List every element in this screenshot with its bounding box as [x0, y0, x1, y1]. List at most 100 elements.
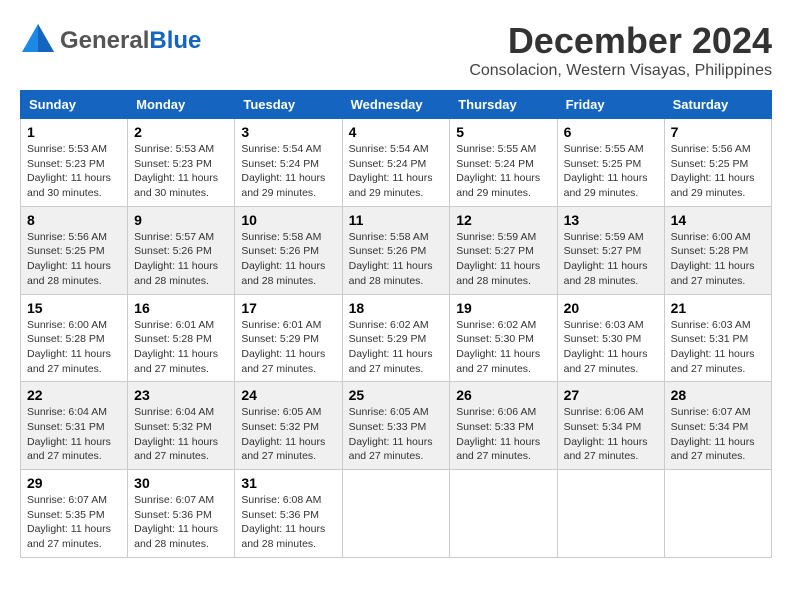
day-number: 2 — [134, 124, 228, 140]
day-info: Sunrise: 6:03 AMSunset: 5:30 PMDaylight:… — [564, 318, 658, 377]
day-number: 20 — [564, 300, 658, 316]
calendar-cell: 3Sunrise: 5:54 AMSunset: 5:24 PMDaylight… — [235, 119, 342, 207]
day-number: 19 — [456, 300, 550, 316]
day-number: 14 — [671, 212, 765, 228]
day-number: 4 — [349, 124, 444, 140]
day-info: Sunrise: 5:58 AMSunset: 5:26 PMDaylight:… — [241, 230, 335, 289]
day-number: 30 — [134, 475, 228, 491]
day-number: 5 — [456, 124, 550, 140]
day-number: 7 — [671, 124, 765, 140]
column-header-thursday: Thursday — [450, 91, 557, 119]
calendar-cell: 12Sunrise: 5:59 AMSunset: 5:27 PMDayligh… — [450, 206, 557, 294]
day-info: Sunrise: 5:53 AMSunset: 5:23 PMDaylight:… — [27, 142, 121, 201]
calendar-cell: 30Sunrise: 6:07 AMSunset: 5:36 PMDayligh… — [128, 470, 235, 558]
calendar-cell: 8 Sunrise: 5:56 AMSunset: 5:25 PMDaylight… — [21, 206, 128, 294]
day-info: Sunrise: 5:53 AMSunset: 5:23 PMDaylight:… — [134, 142, 228, 201]
calendar-cell: 18 Sunrise: 6:02 AMSunset: 5:29 PMDayligh… — [342, 294, 450, 382]
logo-general-text: General — [60, 27, 149, 54]
title-section: December 2024 Consolacion, Western Visay… — [469, 20, 772, 80]
calendar-cell: 27Sunrise: 6:06 AMSunset: 5:34 PMDayligh… — [557, 382, 664, 470]
day-info: Sunrise: 6:01 AMSunset: 5:28 PMDaylight:… — [134, 318, 228, 377]
day-number: 1 — [27, 124, 121, 140]
calendar-week-3: 15 Sunrise: 6:00 AMSunset: 5:28 PMDayligh… — [21, 294, 772, 382]
day-info: Sunrise: 5:54 AMSunset: 5:24 PMDaylight:… — [349, 142, 444, 201]
calendar-cell: 13Sunrise: 5:59 AMSunset: 5:27 PMDayligh… — [557, 206, 664, 294]
location-title: Consolacion, Western Visayas, Philippine… — [469, 62, 772, 80]
day-info: Sunrise: 5:56 AMSunset: 5:25 PMDaylight:… — [27, 230, 121, 289]
column-header-saturday: Saturday — [664, 91, 771, 119]
day-info: Sunrise: 6:05 AMSunset: 5:32 PMDaylight:… — [241, 405, 335, 464]
calendar-cell: 19 Sunrise: 6:02 AMSunset: 5:30 PMDayligh… — [450, 294, 557, 382]
calendar-cell: 21Sunrise: 6:03 AMSunset: 5:31 PMDayligh… — [664, 294, 771, 382]
calendar-table: SundayMondayTuesdayWednesdayThursdayFrid… — [20, 90, 772, 558]
calendar-cell: 10 Sunrise: 5:58 AMSunset: 5:26 PMDayligh… — [235, 206, 342, 294]
day-number: 26 — [456, 387, 550, 403]
calendar-cell: 5 Sunrise: 5:55 AMSunset: 5:24 PMDaylight… — [450, 119, 557, 207]
day-number: 15 — [27, 300, 121, 316]
day-info: Sunrise: 5:59 AMSunset: 5:27 PMDaylight:… — [456, 230, 550, 289]
logo: GeneralBlue — [20, 20, 201, 61]
day-number: 11 — [349, 212, 444, 228]
calendar-cell — [557, 470, 664, 558]
day-info: Sunrise: 6:06 AMSunset: 5:33 PMDaylight:… — [456, 405, 550, 464]
calendar-cell: 4 Sunrise: 5:54 AMSunset: 5:24 PMDaylight… — [342, 119, 450, 207]
page-header: GeneralBlue December 2024 Consolacion, W… — [20, 20, 772, 80]
day-info: Sunrise: 6:00 AMSunset: 5:28 PMDaylight:… — [27, 318, 121, 377]
calendar-cell: 20 Sunrise: 6:03 AMSunset: 5:30 PMDayligh… — [557, 294, 664, 382]
day-info: Sunrise: 6:07 AMSunset: 5:34 PMDaylight:… — [671, 405, 765, 464]
day-number: 18 — [349, 300, 444, 316]
day-info: Sunrise: 6:05 AMSunset: 5:33 PMDaylight:… — [349, 405, 444, 464]
calendar-cell — [342, 470, 450, 558]
day-number: 16 — [134, 300, 228, 316]
day-number: 8 — [27, 212, 121, 228]
column-header-sunday: Sunday — [21, 91, 128, 119]
day-number: 17 — [241, 300, 335, 316]
day-info: Sunrise: 6:06 AMSunset: 5:34 PMDaylight:… — [564, 405, 658, 464]
day-info: Sunrise: 6:04 AMSunset: 5:31 PMDaylight:… — [27, 405, 121, 464]
month-title: December 2024 — [469, 20, 772, 62]
day-info: Sunrise: 5:59 AMSunset: 5:27 PMDaylight:… — [564, 230, 658, 289]
calendar-cell: 16 Sunrise: 6:01 AMSunset: 5:28 PMDayligh… — [128, 294, 235, 382]
day-number: 24 — [241, 387, 335, 403]
calendar-cell: 31 Sunrise: 6:08 AMSunset: 5:36 PMDayligh… — [235, 470, 342, 558]
day-info: Sunrise: 6:03 AMSunset: 5:31 PMDaylight:… — [671, 318, 765, 377]
calendar-cell: 7 Sunrise: 5:56 AMSunset: 5:25 PMDaylight… — [664, 119, 771, 207]
column-header-monday: Monday — [128, 91, 235, 119]
column-header-wednesday: Wednesday — [342, 91, 450, 119]
day-number: 9 — [134, 212, 228, 228]
day-number: 3 — [241, 124, 335, 140]
calendar-cell: 14 Sunrise: 6:00 AMSunset: 5:28 PMDayligh… — [664, 206, 771, 294]
day-info: Sunrise: 5:58 AMSunset: 5:26 PMDaylight:… — [349, 230, 444, 289]
calendar-cell: 24 Sunrise: 6:05 AMSunset: 5:32 PMDayligh… — [235, 382, 342, 470]
column-header-friday: Friday — [557, 91, 664, 119]
calendar-cell: 11 Sunrise: 5:58 AMSunset: 5:26 PMDayligh… — [342, 206, 450, 294]
day-info: Sunrise: 5:55 AMSunset: 5:25 PMDaylight:… — [564, 142, 658, 201]
calendar-cell — [450, 470, 557, 558]
calendar-week-1: 1 Sunrise: 5:53 AMSunset: 5:23 PMDaylight… — [21, 119, 772, 207]
day-number: 25 — [349, 387, 444, 403]
calendar-cell: 17 Sunrise: 6:01 AMSunset: 5:29 PMDayligh… — [235, 294, 342, 382]
logo-blue-text: Blue — [149, 27, 201, 54]
day-info: Sunrise: 6:01 AMSunset: 5:29 PMDaylight:… — [241, 318, 335, 377]
day-info: Sunrise: 5:55 AMSunset: 5:24 PMDaylight:… — [456, 142, 550, 201]
day-number: 22 — [27, 387, 121, 403]
day-number: 29 — [27, 475, 121, 491]
day-info: Sunrise: 5:56 AMSunset: 5:25 PMDaylight:… — [671, 142, 765, 201]
day-number: 10 — [241, 212, 335, 228]
day-number: 31 — [241, 475, 335, 491]
calendar-cell: 1 Sunrise: 5:53 AMSunset: 5:23 PMDaylight… — [21, 119, 128, 207]
logo-icon — [20, 20, 56, 56]
day-info: Sunrise: 6:02 AMSunset: 5:29 PMDaylight:… — [349, 318, 444, 377]
calendar-cell: 25 Sunrise: 6:05 AMSunset: 5:33 PMDayligh… — [342, 382, 450, 470]
calendar-cell: 6 Sunrise: 5:55 AMSunset: 5:25 PMDaylight… — [557, 119, 664, 207]
day-info: Sunrise: 6:00 AMSunset: 5:28 PMDaylight:… — [671, 230, 765, 289]
day-number: 6 — [564, 124, 658, 140]
day-info: Sunrise: 6:02 AMSunset: 5:30 PMDaylight:… — [456, 318, 550, 377]
day-info: Sunrise: 6:08 AMSunset: 5:36 PMDaylight:… — [241, 493, 335, 552]
day-number: 23 — [134, 387, 228, 403]
day-info: Sunrise: 6:04 AMSunset: 5:32 PMDaylight:… — [134, 405, 228, 464]
calendar-cell: 9Sunrise: 5:57 AMSunset: 5:26 PMDaylight… — [128, 206, 235, 294]
column-header-tuesday: Tuesday — [235, 91, 342, 119]
calendar-cell: 15 Sunrise: 6:00 AMSunset: 5:28 PMDayligh… — [21, 294, 128, 382]
calendar-cell — [664, 470, 771, 558]
